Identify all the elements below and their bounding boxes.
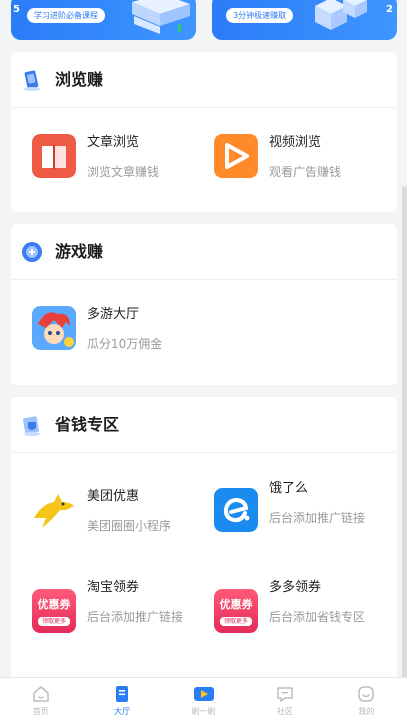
item-desc: 后台添加省钱专区 xyxy=(269,610,366,624)
section-browse-earn: 浏览赚 文章浏览 浏览文章赚钱 视频浏览 观看广告赚钱 xyxy=(11,52,397,212)
tab-label: 我的 xyxy=(358,707,375,716)
home-icon xyxy=(32,686,49,702)
profile-icon xyxy=(358,686,375,702)
bottom-tab-bar: 首页 大厅 刷一刷 社区 我的 xyxy=(0,677,407,723)
phone-coin-icon xyxy=(24,70,40,91)
section-game-earn: 游戏赚 多游大厅 瓜分10万佣金 xyxy=(11,224,397,385)
books-illustration-icon xyxy=(132,0,190,34)
app-screen: 5 学习进阶必备课程 2 3分钟极速赚取 浏览赚 文章浏览 浏览文章赚钱 视频浏… xyxy=(0,0,407,723)
book-icon xyxy=(32,134,76,178)
banner-course[interactable]: 5 学习进阶必备课程 xyxy=(11,0,196,40)
section-header: 浏览赚 xyxy=(11,52,397,108)
banner-pill: 3分钟极速赚取 xyxy=(226,8,294,23)
cubes-illustration-icon xyxy=(315,0,367,30)
tab-label: 大厅 xyxy=(114,707,131,716)
scrollbar[interactable] xyxy=(402,186,407,678)
tab-profile[interactable]: 我的 xyxy=(326,678,407,723)
item-desc: 观看广告赚钱 xyxy=(269,165,342,179)
item-desc: 浏览文章赚钱 xyxy=(87,165,160,179)
coupon-icon-subtext: 领取更多 xyxy=(220,617,252,626)
tab-video[interactable]: 刷一刷 xyxy=(163,678,244,723)
item-desc: 美团圈圈小程序 xyxy=(87,519,172,533)
section-title: 游戏赚 xyxy=(55,242,104,261)
item-desc: 后台添加推广链接 xyxy=(269,511,366,525)
item-desc: 瓜分10万佣金 xyxy=(87,337,163,351)
section-header: 省钱专区 xyxy=(11,397,397,453)
banner-earn[interactable]: 2 3分钟极速赚取 xyxy=(212,0,397,40)
item-name: 美团优惠 xyxy=(87,489,140,504)
item-name: 饿了么 xyxy=(269,481,309,496)
play-icon xyxy=(214,134,258,178)
section-save-money: 省钱专区 美团优惠 美团圈圈小程序 饿了么 后台添加推广链接 优惠券 领取更多 … xyxy=(11,397,397,697)
section-title: 浏览赚 xyxy=(55,70,104,89)
item-desc: 后台添加推广链接 xyxy=(87,610,184,624)
coupon-icon: 优惠券 领取更多 xyxy=(32,589,76,633)
tab-home[interactable]: 首页 xyxy=(0,678,81,723)
tab-label: 首页 xyxy=(32,707,49,716)
banner-pill: 学习进阶必备课程 xyxy=(27,8,105,23)
tab-label: 社区 xyxy=(276,707,293,716)
section-title: 省钱专区 xyxy=(55,415,120,434)
banner-lead-text: 5 xyxy=(13,4,20,15)
tab-label: 刷一刷 xyxy=(191,707,216,716)
gamepad-icon xyxy=(22,242,42,262)
hall-icon xyxy=(116,686,129,702)
item-name: 文章浏览 xyxy=(87,135,140,150)
item-name: 多多领券 xyxy=(269,580,322,595)
tab-hall[interactable]: 大厅 xyxy=(81,678,162,723)
tab-community[interactable]: 社区 xyxy=(244,678,325,723)
video-icon xyxy=(193,687,214,701)
coupon-icon: 优惠券 领取更多 xyxy=(214,589,258,633)
banner-lead-text: 2 xyxy=(386,4,393,15)
section-header: 游戏赚 xyxy=(11,224,397,280)
chat-icon xyxy=(277,687,293,702)
item-name: 淘宝领券 xyxy=(87,580,140,595)
game-character-icon xyxy=(32,306,76,350)
eleme-icon xyxy=(214,488,258,532)
coupon-icon-text: 优惠券 xyxy=(37,598,71,611)
item-name: 多游大厅 xyxy=(87,307,140,322)
banner-row: 5 学习进阶必备课程 2 3分钟极速赚取 xyxy=(0,0,407,42)
wallet-shield-icon xyxy=(23,416,40,436)
coupon-icon-text: 优惠券 xyxy=(219,598,253,611)
coupon-icon-subtext: 领取更多 xyxy=(38,617,70,626)
item-name: 视频浏览 xyxy=(269,135,322,150)
kangaroo-icon xyxy=(32,488,76,532)
